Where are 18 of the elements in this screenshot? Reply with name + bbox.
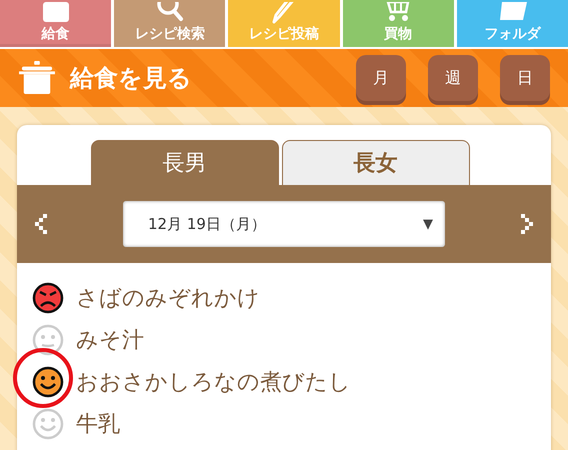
dish-name: おおさかしろなの煮びたし [76,369,351,397]
previous-icon[interactable] [35,214,47,234]
search-icon [154,2,185,24]
nav-tab[interactable]: レシピ検索 [114,0,226,47]
child-tab[interactable]: 長男 [90,140,278,185]
box-icon [40,2,71,24]
next-icon[interactable] [521,214,533,234]
dish-name: さばのみぞれかけ [76,285,260,313]
view-button[interactable]: 週 [428,55,478,101]
nav-tab[interactable]: 給食 [0,0,112,47]
page-title: 給食を見る [70,63,193,94]
date-select[interactable]: 12月 19日（月） ▼ [123,201,445,247]
view-button[interactable]: 日 [500,55,550,101]
dish-name: 牛乳 [76,411,120,439]
view-button[interactable]: 月 [356,55,406,101]
child-tab[interactable]: 長女 [282,140,470,185]
dish-name: みそ汁 [76,327,144,355]
pot-icon [18,61,56,95]
